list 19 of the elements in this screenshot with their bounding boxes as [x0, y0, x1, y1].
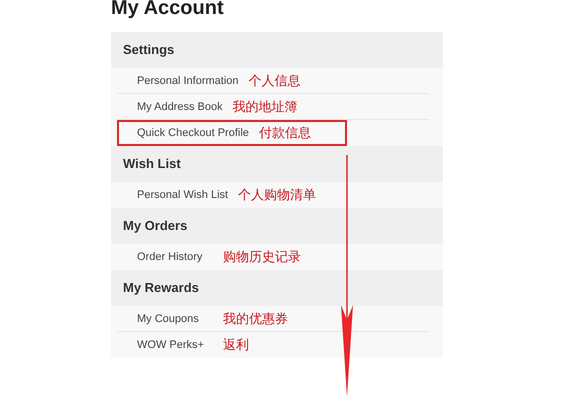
- menu-link[interactable]: Personal Wish List: [137, 189, 228, 201]
- menu-link[interactable]: WOW Perks+: [137, 339, 213, 351]
- annotation-text: 我的优惠券: [223, 310, 288, 328]
- annotation-text: 购物历史记录: [223, 248, 301, 266]
- annotation-text: 个人信息: [248, 72, 300, 90]
- section-heading: Wish List: [111, 146, 443, 182]
- annotation-text: 我的地址簿: [232, 98, 298, 116]
- section-heading: My Orders: [111, 208, 443, 244]
- annotation-text: 付款信息: [258, 124, 311, 142]
- menu-link[interactable]: Personal Information: [137, 74, 238, 86]
- page-title: My Account: [111, 0, 225, 21]
- section-heading: Settings: [111, 32, 443, 68]
- menu-link[interactable]: My Address Book: [137, 100, 223, 112]
- section-heading: My Rewards: [111, 270, 443, 306]
- menu-link[interactable]: My Coupons: [137, 312, 213, 324]
- annotation-text: 个人购物清单: [238, 186, 316, 204]
- menu-link[interactable]: Quick Checkout Profile: [137, 127, 249, 139]
- annotation-text: 返利: [223, 336, 249, 354]
- menu-link[interactable]: Order History: [137, 251, 213, 263]
